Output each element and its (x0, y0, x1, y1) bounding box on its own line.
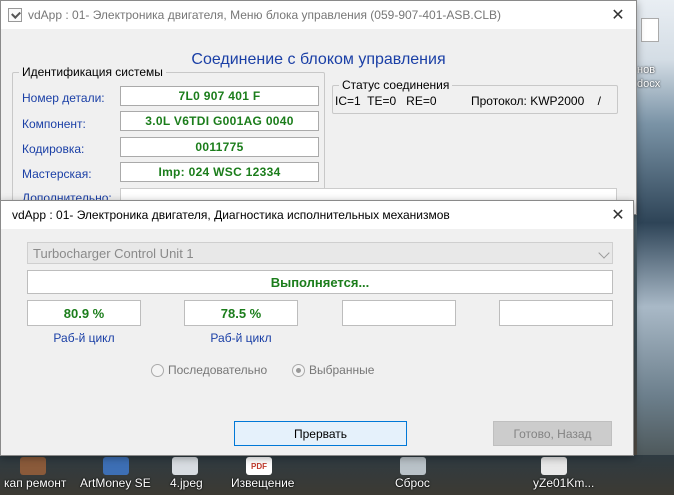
component-field: 3.0L V6TDI G001AG 0040 (120, 111, 319, 131)
main-window-titlebar[interactable]: vdApp : 01- Электроника двигателя, Меню … (1, 1, 636, 29)
value-box-3 (342, 300, 456, 326)
app-icon (8, 8, 22, 22)
radio-button-icon[interactable] (151, 363, 164, 377)
radio-selected[interactable]: Выбранные (292, 363, 374, 377)
coding-label: Кодировка: (22, 142, 85, 156)
dialog-titlebar[interactable]: vdApp : 01- Электроника двигателя, Диагн… (1, 201, 633, 229)
word-file-icon[interactable] (641, 18, 659, 42)
identification-group-label: Идентификация системы (19, 65, 166, 79)
value-box-4 (499, 300, 613, 326)
connection-status-label: Статус соединения (339, 78, 453, 92)
workshop-label: Мастерская: (22, 167, 92, 181)
document-icon[interactable] (541, 457, 567, 475)
desktop-file-ext-label: docx (637, 78, 661, 90)
pdf-file-icon[interactable]: PDF (246, 457, 272, 475)
workshop-field: Imp: 024 WSC 12334 (120, 162, 319, 182)
part-number-field: 7L0 907 401 F (120, 86, 319, 106)
radio-selected-label: Выбранные (309, 363, 375, 377)
actuator-diagnostics-dialog: vdApp : 01- Электроника двигателя, Диагн… (0, 200, 634, 456)
artmoney-icon[interactable] (103, 457, 129, 475)
main-window-title: vdApp : 01- Электроника двигателя, Меню … (28, 8, 502, 22)
dialog-title: vdApp : 01- Электроника двигателя, Диагн… (12, 208, 450, 222)
value-label-2: Раб-й цикл (210, 331, 272, 345)
desktop-icon-label-yze01[interactable]: yZe01Km... (533, 476, 594, 490)
done-back-button[interactable]: Готово, Назад (493, 421, 612, 446)
radio-sequential[interactable]: Последовательно (151, 363, 267, 377)
unit-select-value: Turbocharger Control Unit 1 (33, 245, 194, 261)
radio-button-checked-icon[interactable] (292, 363, 305, 377)
folder-icon[interactable] (20, 457, 46, 475)
status-counters: IC=1 TE=0 RE=0 (335, 94, 437, 108)
desktop-icon-label-izveshchenie[interactable]: Извещение (231, 476, 294, 490)
close-icon[interactable]: ✕ (600, 1, 636, 29)
component-label: Компонент: (22, 117, 86, 131)
status-display: Выполняется... (27, 270, 613, 294)
desktop-icon-label-kap[interactable]: кап ремонт (4, 476, 66, 490)
desktop-icon-label-sbros[interactable]: Сброс (395, 476, 430, 490)
part-number-label: Номер детали: (22, 91, 105, 105)
protocol-text: Протокол: KWP2000 / (471, 94, 601, 108)
shortcut-icon[interactable] (400, 457, 426, 475)
unit-select[interactable]: Turbocharger Control Unit 1 (27, 242, 613, 264)
desktop-icon-label-artmoney[interactable]: ArtMoney SE (80, 476, 151, 490)
chevron-down-icon (598, 247, 610, 259)
value-box-1: 80.9 % (27, 300, 141, 326)
desktop-icon-label-jpeg[interactable]: 4.jpeg (170, 476, 203, 490)
abort-button[interactable]: Прервать (234, 421, 407, 446)
main-window: vdApp : 01- Электроника двигателя, Меню … (0, 0, 637, 217)
coding-field: 0011775 (120, 137, 319, 157)
value-label-1: Раб-й цикл (53, 331, 115, 345)
radio-sequential-label: Последовательно (168, 363, 268, 377)
close-icon[interactable]: ✕ (603, 201, 633, 229)
image-file-icon[interactable] (172, 457, 198, 475)
value-box-2: 78.5 % (184, 300, 298, 326)
desktop-file-label: нов (637, 64, 656, 76)
